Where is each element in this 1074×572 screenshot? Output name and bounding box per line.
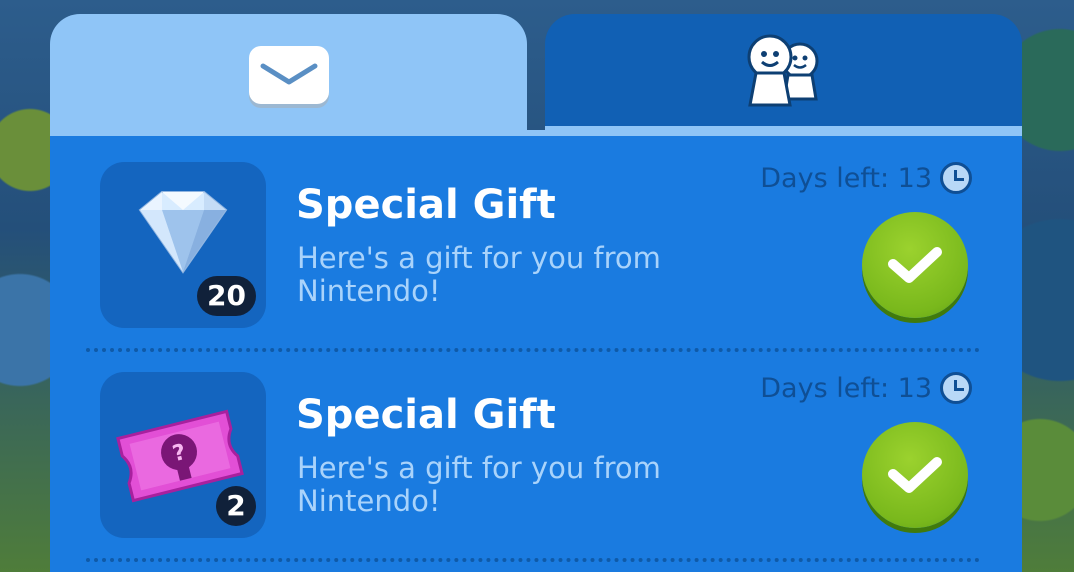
row-divider <box>86 348 980 352</box>
gift-item: 20 Special Gift Here's a gift for you fr… <box>50 152 1022 362</box>
checkmark-icon <box>888 247 942 283</box>
days-left-text: Days left: 13 <box>760 372 932 404</box>
tab-friends[interactable] <box>545 14 1022 132</box>
gift-title: Special Gift <box>296 182 556 228</box>
checkmark-icon <box>888 457 942 493</box>
gift-quantity-badge: 2 <box>216 486 256 526</box>
tab-mail[interactable] <box>50 14 527 136</box>
friends-icon <box>747 34 818 107</box>
gift-item: ? 2 Special Gift Here's a gift for you f… <box>50 362 1022 572</box>
days-left-label: Days left: 13 <box>760 162 972 194</box>
gift-mailbox-panel: 20 Special Gift Here's a gift for you fr… <box>50 14 1022 572</box>
envelope-icon <box>248 46 329 104</box>
gift-thumbnail: 20 <box>100 162 266 328</box>
accept-gift-button[interactable] <box>862 212 968 318</box>
gift-title: Special Gift <box>296 392 556 438</box>
gift-message: Here's a gift for you from Nintendo! <box>297 451 661 518</box>
row-divider <box>86 558 980 562</box>
gift-thumbnail: ? 2 <box>100 372 266 538</box>
days-left-text: Days left: 13 <box>760 162 932 194</box>
accept-gift-button[interactable] <box>862 422 968 528</box>
days-left-label: Days left: 13 <box>760 372 972 404</box>
gift-list: 20 Special Gift Here's a gift for you fr… <box>50 130 1022 572</box>
clock-icon <box>940 372 972 404</box>
clock-icon <box>940 162 972 194</box>
gift-quantity-badge: 20 <box>197 276 256 316</box>
gift-message: Here's a gift for you from Nintendo! <box>297 241 661 308</box>
